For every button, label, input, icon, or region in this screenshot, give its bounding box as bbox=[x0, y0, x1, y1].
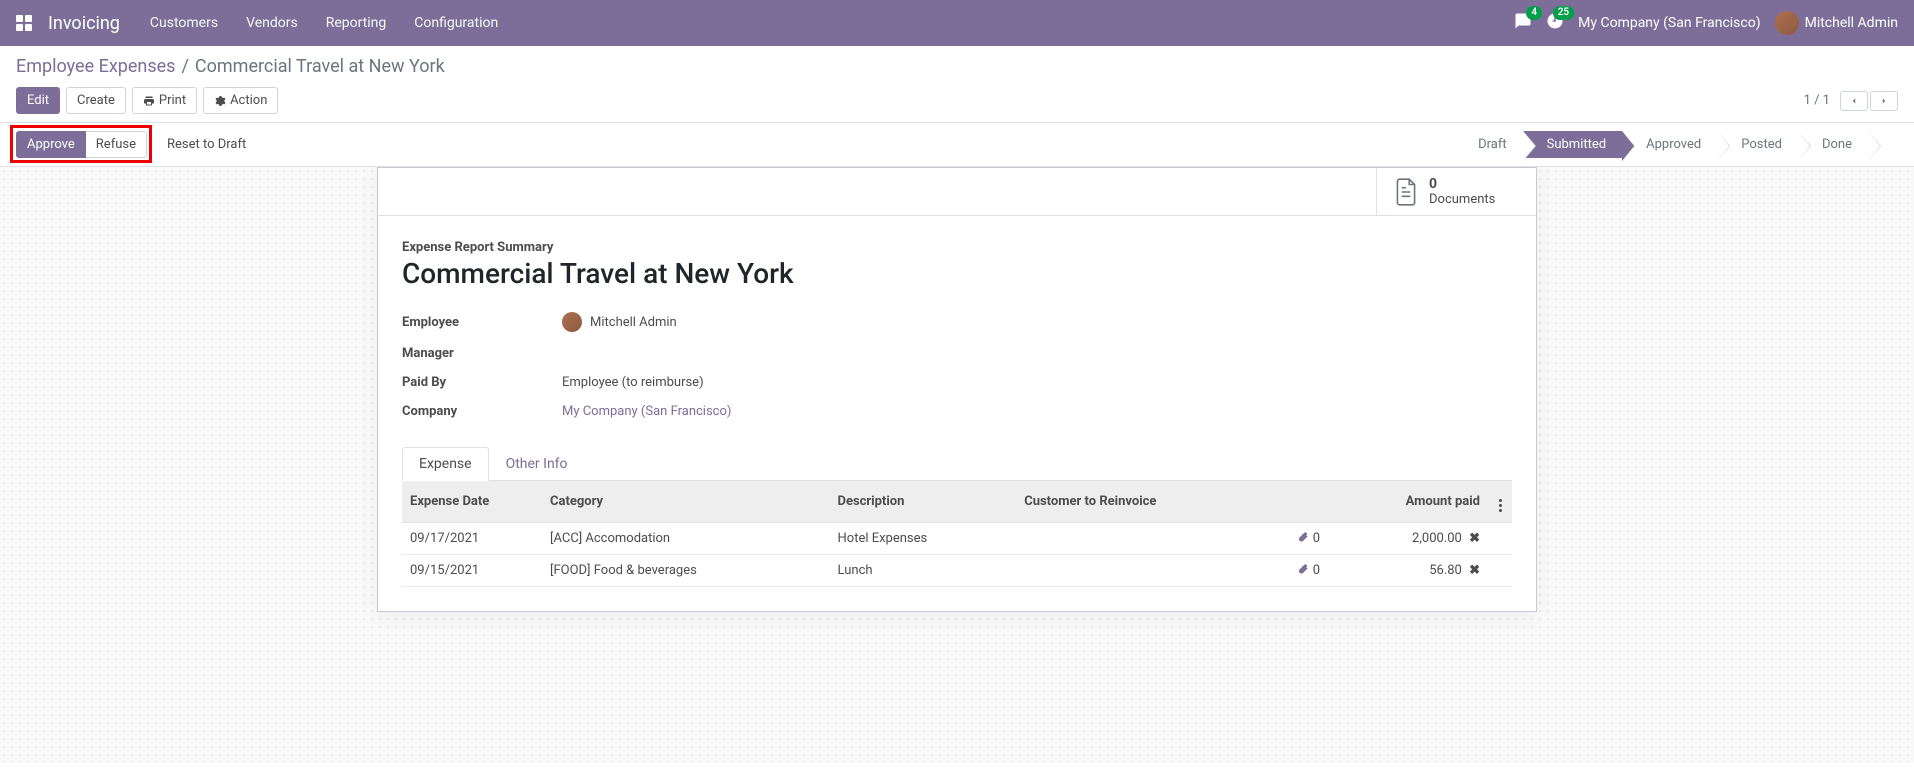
cell-date: 09/17/2021 bbox=[402, 523, 542, 555]
company-value[interactable]: My Company (San Francisco) bbox=[562, 404, 731, 419]
cell-opt bbox=[1488, 523, 1512, 555]
chevron-left-icon bbox=[1849, 96, 1859, 106]
button-box: 0 Documents bbox=[378, 168, 1536, 216]
tab-expense[interactable]: Expense bbox=[402, 447, 489, 481]
paperclip-icon bbox=[1297, 531, 1309, 543]
pager-value[interactable]: 1 / 1 bbox=[1804, 93, 1830, 108]
nav-reporting[interactable]: Reporting bbox=[326, 15, 387, 31]
breadcrumb-current: Commercial Travel at New York bbox=[195, 56, 445, 77]
documents-label: Documents bbox=[1429, 192, 1495, 207]
edit-button[interactable]: Edit bbox=[16, 87, 60, 114]
action-button[interactable]: Action bbox=[203, 87, 278, 114]
label-paid-by: Paid By bbox=[402, 375, 562, 390]
user-name: Mitchell Admin bbox=[1805, 15, 1898, 31]
page-title: Commercial Travel at New York bbox=[402, 257, 1512, 290]
print-button[interactable]: Print bbox=[132, 87, 197, 114]
nav-right: 4 25 My Company (San Francisco) Mitchell… bbox=[1514, 11, 1898, 35]
summary-label: Expense Report Summary bbox=[402, 240, 1512, 255]
th-description[interactable]: Description bbox=[830, 481, 1017, 523]
app-brand[interactable]: Invoicing bbox=[48, 13, 120, 34]
cell-customer bbox=[1016, 523, 1278, 555]
documents-stat-button[interactable]: 0 Documents bbox=[1376, 168, 1536, 215]
status-bar: Approve Refuse Reset to Draft Draft Subm… bbox=[0, 123, 1914, 167]
cell-opt bbox=[1488, 555, 1512, 587]
status-draft[interactable]: Draft bbox=[1462, 131, 1523, 158]
create-button[interactable]: Create bbox=[66, 87, 126, 114]
status-arrows: Draft Submitted Approved Posted Done bbox=[1462, 131, 1898, 158]
pager-next[interactable] bbox=[1870, 91, 1898, 111]
paid-by-value: Employee (to reimburse) bbox=[562, 375, 704, 390]
cell-amount: 56.80 ✖ bbox=[1328, 555, 1488, 587]
expense-table: Expense Date Category Description Custom… bbox=[402, 481, 1512, 587]
th-category[interactable]: Category bbox=[542, 481, 830, 523]
form-scroll-area[interactable]: 0 Documents Expense Report Summary Comme… bbox=[0, 167, 1914, 763]
cell-category: [FOOD] Food & beverages bbox=[542, 555, 830, 587]
tab-other-info[interactable]: Other Info bbox=[489, 447, 585, 481]
apps-icon[interactable] bbox=[16, 15, 32, 31]
nav-customers[interactable]: Customers bbox=[150, 15, 218, 31]
nav-menu: Customers Vendors Reporting Configuratio… bbox=[150, 15, 1514, 31]
employee-avatar bbox=[562, 312, 582, 332]
cell-description: Lunch bbox=[830, 555, 1017, 587]
chat-badge: 4 bbox=[1526, 6, 1542, 20]
label-company: Company bbox=[402, 404, 562, 419]
reset-to-draft-button[interactable]: Reset to Draft bbox=[157, 132, 256, 157]
document-icon bbox=[1393, 177, 1419, 207]
th-amount[interactable]: Amount paid bbox=[1328, 481, 1488, 523]
th-customer[interactable]: Customer to Reinvoice bbox=[1016, 481, 1278, 523]
cell-category: [ACC] Accomodation bbox=[542, 523, 830, 555]
refuse-button[interactable]: Refuse bbox=[86, 131, 147, 158]
status-approved[interactable]: Approved bbox=[1622, 131, 1717, 158]
nav-vendors[interactable]: Vendors bbox=[246, 15, 298, 31]
cell-customer bbox=[1016, 555, 1278, 587]
nav-configuration[interactable]: Configuration bbox=[414, 15, 498, 31]
activity-badge: 25 bbox=[1553, 6, 1574, 20]
cell-attach[interactable]: 0 bbox=[1278, 523, 1328, 555]
pager-prev[interactable] bbox=[1840, 91, 1868, 111]
kebab-icon bbox=[1499, 499, 1502, 512]
th-attach bbox=[1278, 481, 1328, 523]
cell-description: Hotel Expenses bbox=[830, 523, 1017, 555]
gear-icon bbox=[214, 95, 226, 107]
breadcrumb-separator: / bbox=[181, 56, 188, 77]
table-row[interactable]: 09/17/2021[ACC] AccomodationHotel Expens… bbox=[402, 523, 1512, 555]
cell-amount: 2,000.00 ✖ bbox=[1328, 523, 1488, 555]
breadcrumb-parent[interactable]: Employee Expenses bbox=[16, 56, 175, 77]
control-panel: Employee Expenses / Commercial Travel at… bbox=[0, 46, 1914, 123]
th-options[interactable] bbox=[1488, 481, 1512, 523]
notebook-tabs: Expense Other Info bbox=[402, 447, 1512, 481]
status-submitted[interactable]: Submitted bbox=[1523, 131, 1622, 158]
cp-buttons: Edit Create Print Action bbox=[16, 87, 278, 114]
top-navbar: Invoicing Customers Vendors Reporting Co… bbox=[0, 0, 1914, 46]
employee-value: Mitchell Admin bbox=[590, 315, 677, 330]
documents-count: 0 bbox=[1429, 176, 1495, 192]
breadcrumb: Employee Expenses / Commercial Travel at… bbox=[16, 56, 1898, 77]
avatar bbox=[1775, 11, 1799, 35]
print-icon bbox=[143, 95, 155, 107]
messaging-icon[interactable]: 4 bbox=[1514, 12, 1532, 34]
chevron-right-icon bbox=[1879, 96, 1889, 106]
label-manager: Manager bbox=[402, 346, 562, 361]
remove-row-icon[interactable]: ✖ bbox=[1465, 563, 1480, 578]
user-menu[interactable]: Mitchell Admin bbox=[1775, 11, 1898, 35]
paperclip-icon bbox=[1297, 563, 1309, 575]
pager: 1 / 1 bbox=[1804, 91, 1898, 111]
cell-attach[interactable]: 0 bbox=[1278, 555, 1328, 587]
remove-row-icon[interactable]: ✖ bbox=[1465, 531, 1480, 546]
company-selector[interactable]: My Company (San Francisco) bbox=[1578, 15, 1760, 31]
label-employee: Employee bbox=[402, 315, 562, 330]
form-sheet: 0 Documents Expense Report Summary Comme… bbox=[377, 167, 1537, 612]
table-row[interactable]: 09/15/2021[FOOD] Food & beveragesLunch 0… bbox=[402, 555, 1512, 587]
cell-date: 09/15/2021 bbox=[402, 555, 542, 587]
activities-icon[interactable]: 25 bbox=[1546, 12, 1564, 34]
approve-button[interactable]: Approve bbox=[16, 131, 86, 158]
th-date[interactable]: Expense Date bbox=[402, 481, 542, 523]
